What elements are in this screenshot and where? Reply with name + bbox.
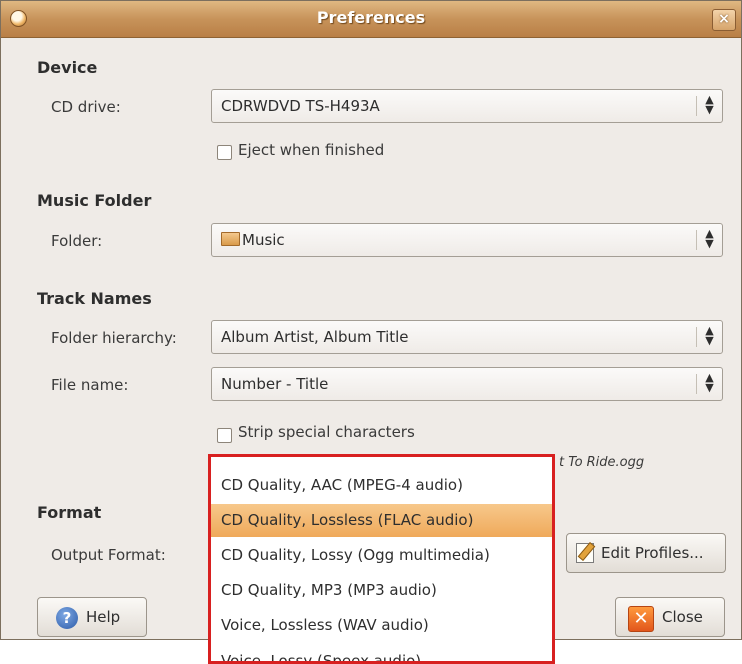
strip-special-checkbox[interactable] bbox=[217, 428, 232, 443]
folder-hierarchy-label: Folder hierarchy: bbox=[51, 329, 177, 347]
folder-icon bbox=[221, 232, 240, 246]
edit-profiles-label: Edit Profiles... bbox=[601, 544, 704, 562]
help-button[interactable]: ? Help bbox=[37, 597, 147, 637]
combo-separator bbox=[696, 327, 697, 347]
edit-profiles-button[interactable]: Edit Profiles... bbox=[566, 533, 726, 573]
folder-combo[interactable]: Music ▲ ▼ bbox=[211, 223, 723, 257]
close-label: Close bbox=[662, 608, 703, 626]
file-name-value: Number - Title bbox=[221, 375, 329, 393]
close-icon: ✕ bbox=[628, 606, 654, 632]
folder-label: Folder: bbox=[51, 232, 103, 250]
format-option-ogg[interactable]: CD Quality, Lossy (Ogg multimedia) bbox=[211, 539, 552, 572]
folder-value-wrap: Music bbox=[221, 231, 285, 249]
combo-separator bbox=[696, 96, 697, 116]
output-format-label: Output Format: bbox=[51, 546, 166, 564]
format-heading: Format bbox=[37, 503, 102, 522]
format-option-speex[interactable]: Voice, Lossy (Speex audio) bbox=[211, 645, 552, 661]
file-name-combo[interactable]: Number - Title ▲ ▼ bbox=[211, 367, 723, 401]
track-names-heading: Track Names bbox=[37, 289, 152, 308]
device-heading: Device bbox=[37, 58, 98, 77]
window-title: Preferences bbox=[316, 8, 426, 27]
combo-separator bbox=[696, 374, 697, 394]
combo-arrows-icon: ▲ ▼ bbox=[705, 324, 714, 347]
format-option-flac[interactable]: CD Quality, Lossless (FLAC audio) bbox=[211, 504, 552, 537]
help-label: Help bbox=[86, 608, 121, 626]
cd-drive-value: CDRWDVD TS-H493A bbox=[221, 97, 380, 115]
combo-arrows-icon: ▲ ▼ bbox=[705, 93, 714, 116]
close-button[interactable]: ✕ Close bbox=[615, 597, 725, 637]
filename-preview: t To Ride.ogg bbox=[559, 455, 645, 470]
strip-special-label[interactable]: Strip special characters bbox=[238, 423, 415, 441]
title-bar[interactable]: Preferences × bbox=[1, 1, 741, 38]
format-option-wav[interactable]: Voice, Lossless (WAV audio) bbox=[211, 609, 552, 642]
window-close-button[interactable]: × bbox=[712, 9, 736, 31]
folder-value: Music bbox=[242, 231, 285, 249]
format-option-aac[interactable]: CD Quality, AAC (MPEG-4 audio) bbox=[211, 469, 552, 502]
eject-label[interactable]: Eject when finished bbox=[238, 141, 384, 159]
folder-hierarchy-combo[interactable]: Album Artist, Album Title ▲ ▼ bbox=[211, 320, 723, 354]
edit-icon bbox=[576, 543, 594, 563]
folder-hierarchy-value: Album Artist, Album Title bbox=[221, 328, 409, 346]
music-folder-heading: Music Folder bbox=[37, 191, 152, 210]
cd-drive-combo[interactable]: CDRWDVD TS-H493A ▲ ▼ bbox=[211, 89, 723, 123]
cd-drive-label: CD drive: bbox=[51, 98, 121, 116]
combo-arrows-icon: ▲ ▼ bbox=[705, 227, 714, 250]
file-name-label: File name: bbox=[51, 376, 129, 394]
format-option-mp3[interactable]: CD Quality, MP3 (MP3 audio) bbox=[211, 574, 552, 607]
eject-checkbox[interactable] bbox=[217, 145, 232, 160]
help-icon: ? bbox=[56, 607, 78, 629]
combo-arrows-icon: ▲ ▼ bbox=[705, 371, 714, 394]
combo-separator bbox=[696, 230, 697, 250]
output-format-dropdown[interactable]: CD Quality, AAC (MPEG-4 audio) CD Qualit… bbox=[208, 454, 555, 664]
